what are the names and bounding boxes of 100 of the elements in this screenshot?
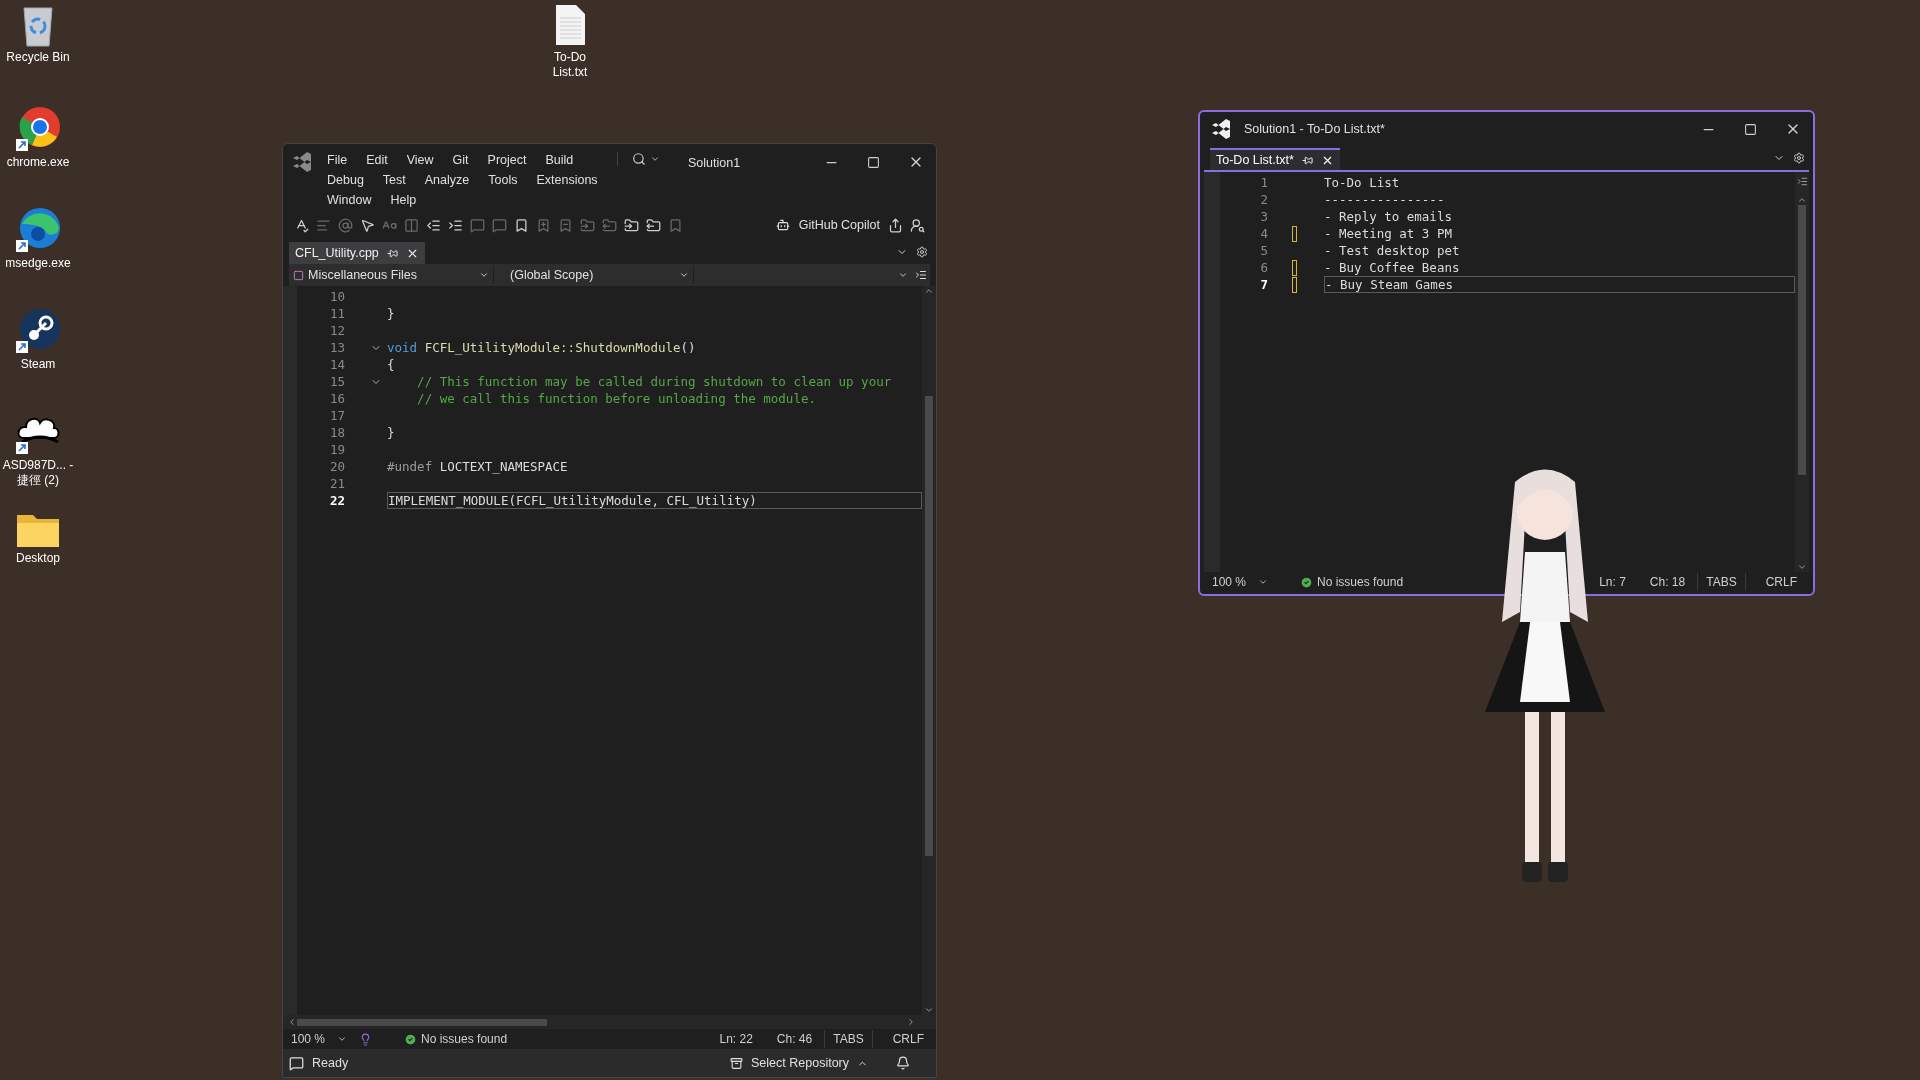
outdent-icon[interactable] bbox=[426, 217, 441, 233]
comment-icon[interactable] bbox=[470, 217, 485, 233]
split-icon[interactable] bbox=[1796, 176, 1808, 187]
menu-item[interactable]: Build bbox=[545, 150, 574, 170]
scroll-up-icon[interactable] bbox=[924, 286, 934, 296]
menu-item[interactable]: Analyze bbox=[424, 170, 470, 190]
scroll-down-icon[interactable] bbox=[1797, 562, 1807, 572]
line-number: 12 bbox=[328, 322, 345, 339]
desktop-icon-label[interactable]: Recycle Bin bbox=[0, 50, 76, 65]
horizontal-scrollbar[interactable] bbox=[283, 1015, 936, 1029]
issues-status[interactable]: No issues found bbox=[421, 1030, 508, 1048]
window-title: Solution1 bbox=[688, 155, 741, 172]
split-icon[interactable] bbox=[915, 269, 927, 281]
steam-logo-icon bbox=[14, 307, 62, 355]
code-line: To-Do List bbox=[1324, 174, 1400, 191]
code-line: // we call this function before unloading the module. bbox=[416, 390, 816, 407]
column-indicator[interactable]: Ch: 18 bbox=[1649, 573, 1686, 591]
menu-item[interactable]: Extensions bbox=[536, 170, 598, 190]
maximize-icon[interactable] bbox=[1744, 122, 1757, 136]
column-indicator[interactable]: Ch: 46 bbox=[776, 1030, 813, 1048]
scroll-left-icon[interactable] bbox=[287, 1017, 297, 1027]
line-number: 18 bbox=[328, 424, 345, 441]
menu-item[interactable]: Help bbox=[390, 190, 417, 210]
app-logo-icon bbox=[291, 152, 313, 172]
line-indicator[interactable]: Ln: 7 bbox=[1599, 573, 1626, 591]
caret-icon[interactable] bbox=[679, 270, 689, 280]
document-tab[interactable]: To-Do List.txt* bbox=[1210, 148, 1340, 170]
line-number: 20 bbox=[328, 458, 345, 475]
menu-item[interactable]: View bbox=[406, 150, 434, 170]
vertical-scrollbar[interactable] bbox=[922, 286, 936, 1015]
search-icon[interactable] bbox=[632, 152, 646, 166]
folder-icon[interactable] bbox=[646, 217, 661, 233]
menu-item[interactable]: Tools bbox=[488, 170, 518, 190]
format-icon[interactable] bbox=[316, 217, 331, 233]
scope-dropdown[interactable]: (Global Scope) bbox=[494, 265, 694, 285]
line-number: 2 bbox=[1259, 191, 1268, 208]
caret-icon[interactable] bbox=[337, 1034, 348, 1044]
zoom-dropdown[interactable]: 100 % bbox=[1208, 573, 1247, 591]
code-line: { bbox=[387, 356, 395, 373]
bookmark-icon[interactable] bbox=[514, 217, 529, 233]
caret-icon[interactable] bbox=[479, 270, 489, 280]
line-number: 10 bbox=[328, 288, 345, 305]
vertical-scrollbar[interactable] bbox=[1795, 172, 1809, 572]
document-tab[interactable]: CFL_Utility.cpp bbox=[289, 242, 425, 264]
line-number: 22 bbox=[328, 492, 345, 509]
columns-icon[interactable] bbox=[404, 217, 419, 233]
uncomment-icon[interactable] bbox=[492, 217, 507, 233]
scroll-right-icon[interactable] bbox=[906, 1017, 916, 1027]
caret-icon[interactable] bbox=[1258, 577, 1269, 587]
indent-icon[interactable] bbox=[448, 217, 463, 233]
menu-item[interactable]: Edit bbox=[366, 150, 388, 170]
at-sign-icon[interactable] bbox=[338, 217, 353, 233]
menu-item[interactable]: Test bbox=[382, 170, 406, 190]
indent-indicator[interactable]: TABS bbox=[1697, 573, 1746, 591]
menu-item[interactable]: File bbox=[327, 150, 348, 170]
menu-item[interactable]: Git bbox=[452, 150, 469, 170]
pointer-icon[interactable] bbox=[360, 217, 375, 233]
maximize-icon[interactable] bbox=[867, 155, 880, 169]
window-title: Solution1 - To-Do List.txt* bbox=[1244, 120, 1385, 138]
desktop-icon-label[interactable]: Desktop bbox=[0, 551, 76, 566]
code-line: - Meeting at 3 PM bbox=[1324, 225, 1452, 242]
line-indicator[interactable]: Ln: 22 bbox=[719, 1030, 753, 1048]
pin-icon[interactable] bbox=[386, 247, 398, 259]
line-ending-indicator[interactable]: CRLF bbox=[1757, 573, 1805, 591]
copilot-icon[interactable] bbox=[775, 218, 790, 232]
caret-icon[interactable] bbox=[898, 270, 908, 280]
output-icon[interactable] bbox=[289, 1055, 304, 1071]
settings-icon[interactable] bbox=[916, 246, 928, 258]
scroll-up-icon[interactable] bbox=[1797, 195, 1807, 205]
desktop-icon-label[interactable]: To-Do List.txt bbox=[546, 50, 594, 80]
line-number: 7 bbox=[1259, 276, 1268, 293]
issues-status[interactable]: No issues found bbox=[1317, 573, 1404, 591]
code-line: } bbox=[387, 424, 395, 441]
indent-indicator[interactable]: TABS bbox=[824, 1030, 873, 1048]
scroll-down-icon[interactable] bbox=[924, 1005, 934, 1015]
share-icon[interactable] bbox=[888, 217, 903, 233]
menu-item[interactable]: Window bbox=[327, 190, 372, 210]
pin-icon[interactable] bbox=[1301, 154, 1313, 166]
spell-check-icon[interactable] bbox=[294, 217, 309, 233]
desktop-icon-label[interactable]: ASD987D... - 捷徑 (2) bbox=[0, 458, 76, 488]
zoom-dropdown[interactable]: 100 % bbox=[287, 1030, 326, 1048]
project-icon bbox=[293, 269, 304, 281]
status-text: Ready bbox=[312, 1054, 349, 1072]
line-ending-indicator[interactable]: CRLF bbox=[884, 1030, 932, 1048]
caret-icon[interactable] bbox=[650, 154, 660, 164]
folder-icon[interactable] bbox=[624, 217, 639, 233]
browser-icon bbox=[14, 105, 62, 153]
desktop-icon-label[interactable]: chrome.exe bbox=[0, 155, 76, 170]
copilot-button[interactable]: GitHub Copilot bbox=[794, 215, 884, 235]
line-number: 19 bbox=[328, 441, 345, 458]
menu-item[interactable]: Debug bbox=[327, 170, 364, 190]
feedback-icon[interactable] bbox=[910, 217, 925, 233]
notification-icon[interactable] bbox=[896, 1056, 910, 1070]
repository-button[interactable]: Select Repository bbox=[751, 1053, 849, 1073]
menu-item[interactable]: Project bbox=[487, 150, 527, 170]
repository-icon[interactable] bbox=[730, 1056, 744, 1070]
project-dropdown[interactable]: Miscellaneous Files bbox=[289, 265, 494, 285]
desktop-icon-label[interactable]: Steam bbox=[0, 357, 76, 372]
settings-icon[interactable] bbox=[1793, 152, 1805, 164]
desktop-icon-label[interactable]: msedge.exe bbox=[0, 256, 76, 271]
